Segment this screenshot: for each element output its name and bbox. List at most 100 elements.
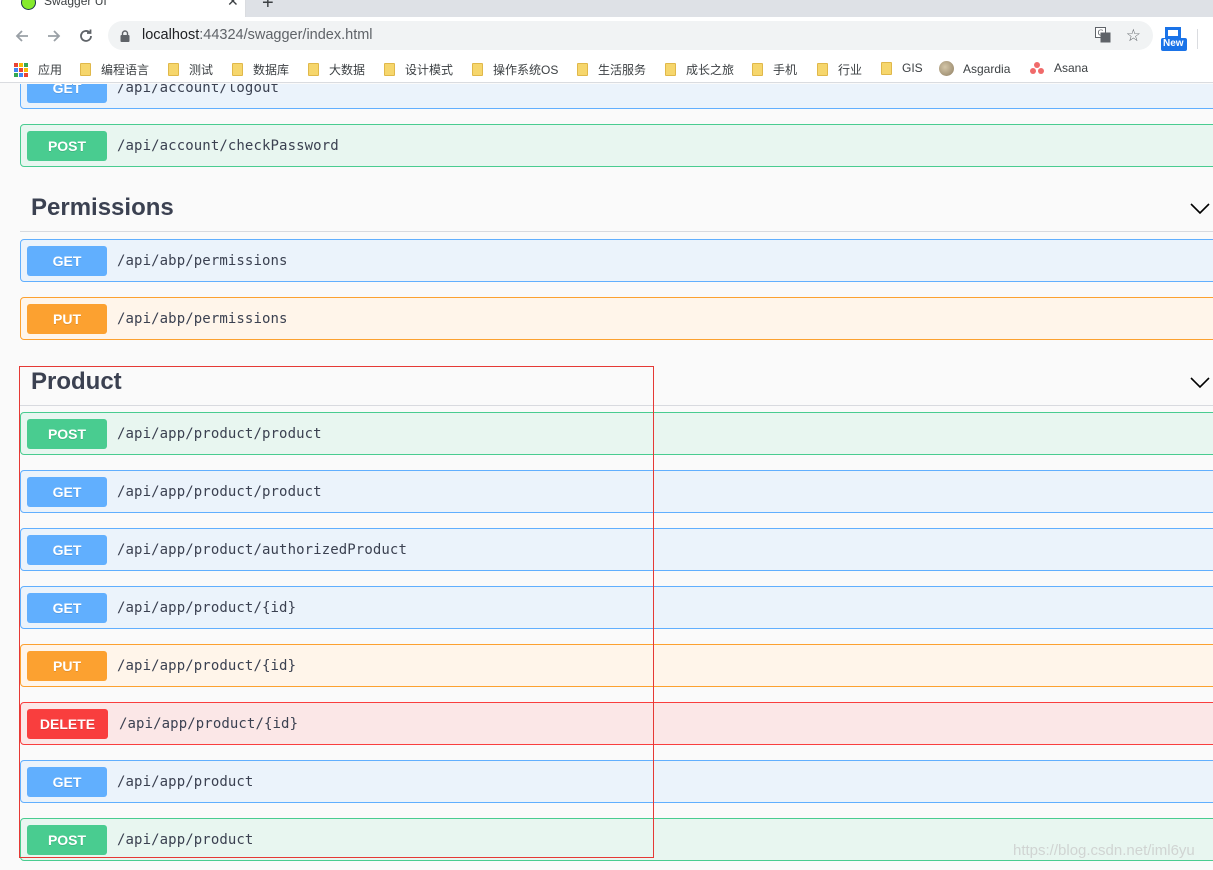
url-host: localhost <box>142 27 200 43</box>
method-badge: GET <box>27 84 107 103</box>
opblock-post[interactable]: POST /api/account/checkPassword <box>20 124 1213 167</box>
browser-tab[interactable]: Swagger UI ✕ <box>0 0 246 17</box>
bookmark-folder[interactable]: 数据库 <box>232 61 289 78</box>
bookmark-label: 编程语言 <box>101 63 150 77</box>
svg-text:G: G <box>1098 29 1104 38</box>
swagger-content: GET /api/account/logout POST /api/accoun… <box>0 84 1213 870</box>
close-tab-icon[interactable]: ✕ <box>227 0 239 10</box>
url-path: :44324/swagger/index.html <box>199 27 373 43</box>
opblock-get[interactable]: GET /api/app/product <box>20 760 1213 803</box>
asana-icon <box>1030 61 1045 75</box>
lock-icon[interactable] <box>120 29 130 47</box>
address-bar[interactable]: localhost:44324/swagger/index.html G ☆ <box>108 21 1153 50</box>
new-tab-icon[interactable]: + <box>262 0 274 15</box>
method-badge: POST <box>27 131 107 161</box>
bookmark-folder[interactable]: 测试 <box>168 61 213 78</box>
method-badge: DELETE <box>27 709 108 739</box>
endpoint-path: /api/app/product/{id} <box>117 658 297 674</box>
back-icon[interactable] <box>9 23 35 49</box>
method-badge: POST <box>27 419 107 449</box>
opblock-delete[interactable]: DELETE /api/app/product/{id} <box>20 702 1213 745</box>
endpoint-path: /api/app/product <box>117 832 254 848</box>
bookmark-label: 行业 <box>838 63 863 77</box>
opblock-put[interactable]: PUT /api/app/product/{id} <box>20 644 1213 687</box>
apps-grid-icon <box>14 62 28 77</box>
endpoint-path: /api/app/product/product <box>117 484 322 500</box>
chevron-down-icon[interactable] <box>1190 202 1210 220</box>
opblock-get[interactable]: GET /api/app/product/{id} <box>20 586 1213 629</box>
watermark-text: https://blog.csdn.net/iml6yu <box>1013 842 1195 859</box>
method-badge: GET <box>27 593 107 623</box>
bookmark-folder[interactable]: 生活服务 <box>577 61 646 78</box>
folder-icon <box>752 63 763 76</box>
bookmark-label: GIS <box>902 61 923 75</box>
opblock-post[interactable]: POST /api/app/product/product <box>20 412 1213 455</box>
folder-icon <box>384 63 395 76</box>
tag-title: Product <box>31 368 122 395</box>
extension-icon[interactable]: New <box>1161 27 1187 51</box>
bookmark-asana[interactable]: Asana <box>1030 61 1088 75</box>
endpoint-path: /api/app/product <box>117 774 254 790</box>
bookmark-folder[interactable]: 手机 <box>752 61 797 78</box>
method-badge: GET <box>27 535 107 565</box>
folder-icon <box>232 63 243 76</box>
bookmark-label: 手机 <box>773 63 798 77</box>
bookmark-folder[interactable]: 大数据 <box>308 61 365 78</box>
opblock-get[interactable]: GET /api/app/product/product <box>20 470 1213 513</box>
url-text[interactable]: localhost:44324/swagger/index.html <box>142 27 373 43</box>
folder-icon <box>881 61 892 75</box>
bookmark-folder[interactable]: 操作系统OS <box>472 61 558 78</box>
swagger-favicon-icon <box>21 0 36 10</box>
bookmark-folder[interactable]: 设计模式 <box>384 61 453 78</box>
tab-title: Swagger UI <box>44 0 107 8</box>
endpoint-path: /api/account/checkPassword <box>117 138 339 154</box>
bookmark-label: 测试 <box>189 63 214 77</box>
endpoint-path: /api/app/product/{id} <box>117 600 297 616</box>
method-badge: GET <box>27 246 107 276</box>
folder-icon <box>665 63 676 76</box>
folder-icon <box>472 63 483 76</box>
browser-toolbar: localhost:44324/swagger/index.html G ☆ N… <box>0 17 1213 55</box>
endpoint-path: /api/account/logout <box>117 84 280 96</box>
endpoint-path: /api/app/product/authorizedProduct <box>117 542 407 558</box>
globe-icon <box>939 61 954 76</box>
bookmark-folder[interactable]: GIS <box>881 61 923 75</box>
endpoint-path: /api/abp/permissions <box>117 253 288 269</box>
bookmark-label: 应用 <box>38 63 63 77</box>
method-badge: GET <box>27 477 107 507</box>
toolbar-divider <box>1197 29 1198 49</box>
folder-icon <box>308 63 319 76</box>
bookmark-apps[interactable]: 应用 <box>14 61 62 78</box>
bookmark-label: 大数据 <box>329 63 366 77</box>
method-badge: GET <box>27 767 107 797</box>
opblock-put[interactable]: PUT /api/abp/permissions <box>20 297 1213 340</box>
tag-title: Permissions <box>31 194 174 221</box>
endpoint-path: /api/abp/permissions <box>117 311 288 327</box>
bookmark-label: 成长之旅 <box>686 63 735 77</box>
bookmark-label: Asgardia <box>963 61 1011 76</box>
folder-icon <box>80 63 91 76</box>
method-badge: PUT <box>27 651 107 681</box>
bookmark-star-icon[interactable]: ☆ <box>1126 26 1141 46</box>
tag-section-product[interactable]: Product <box>20 358 1213 406</box>
bookmark-folder[interactable]: 编程语言 <box>80 61 149 78</box>
translate-icon[interactable]: G <box>1095 27 1111 48</box>
tag-section-permissions[interactable]: Permissions <box>20 184 1213 232</box>
chevron-down-icon[interactable] <box>1190 376 1210 394</box>
bookmark-folder[interactable]: 成长之旅 <box>665 61 734 78</box>
bookmark-folder[interactable]: 行业 <box>817 61 862 78</box>
forward-icon[interactable] <box>41 23 67 49</box>
bookmark-asgardia[interactable]: Asgardia <box>939 61 1010 76</box>
bookmark-label: 操作系统OS <box>493 63 559 77</box>
opblock-get[interactable]: GET /api/app/product/authorizedProduct <box>20 528 1213 571</box>
endpoint-path: /api/app/product/product <box>117 426 322 442</box>
reload-icon[interactable] <box>73 23 99 49</box>
bookmarks-bar: 应用 编程语言 测试 数据库 大数据 设计模式 操作系统OS 生活服务 成长之旅… <box>0 55 1213 83</box>
opblock-get[interactable]: GET /api/account/logout <box>20 84 1213 109</box>
folder-icon <box>817 63 828 76</box>
bookmark-label: Asana <box>1054 61 1089 75</box>
opblock-get[interactable]: GET /api/abp/permissions <box>20 239 1213 282</box>
extension-badge-label: New <box>1163 38 1184 49</box>
tab-strip: Swagger UI ✕ + <box>0 0 1213 17</box>
folder-icon <box>168 63 179 76</box>
